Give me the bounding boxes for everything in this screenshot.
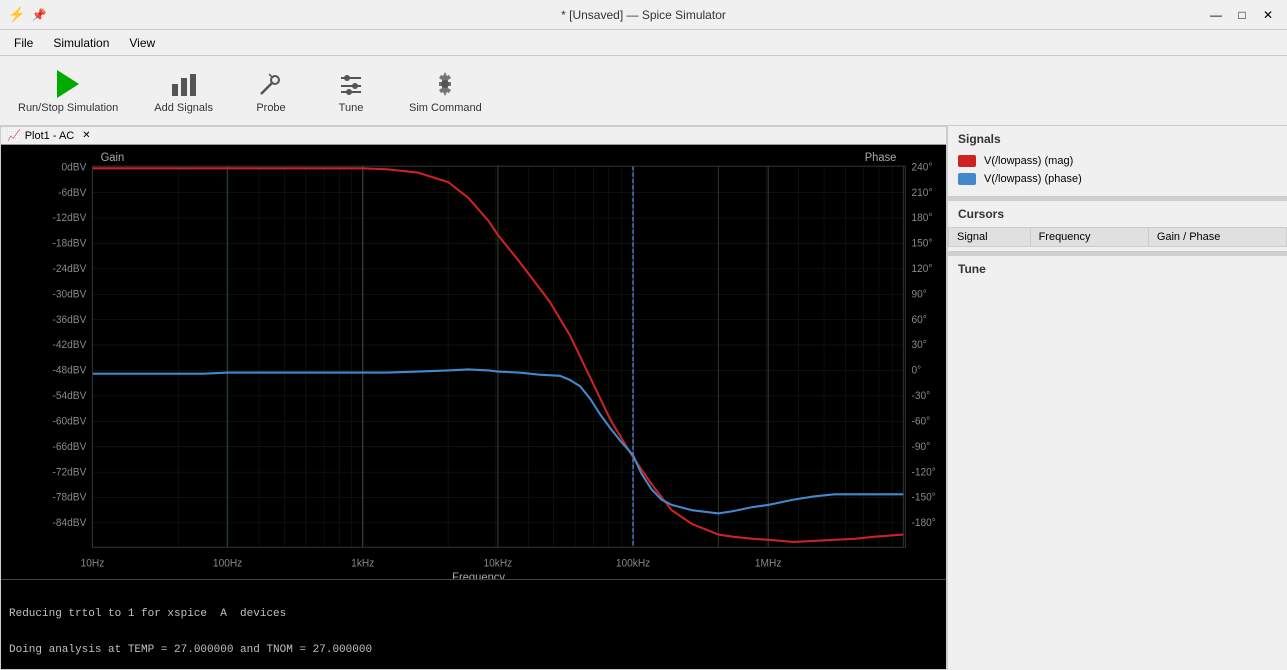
svg-text:-24dBV: -24dBV — [53, 264, 87, 275]
svg-text:210°: 210° — [911, 188, 932, 199]
svg-text:-60dBV: -60dBV — [53, 416, 87, 427]
close-button[interactable]: ✕ — [1257, 4, 1279, 26]
signal-item-1[interactable]: V(/lowpass) (mag) — [948, 152, 1287, 170]
svg-text:-150°: -150° — [911, 493, 935, 504]
menu-file[interactable]: File — [4, 34, 43, 52]
svg-text:90°: 90° — [911, 289, 926, 300]
svg-text:-30dBV: -30dBV — [53, 289, 87, 300]
console-line-1: Reducing trtol to 1 for xspice A devices — [9, 608, 938, 620]
signal-item-2[interactable]: V(/lowpass) (phase) — [948, 170, 1287, 188]
svg-text:-12dBV: -12dBV — [53, 213, 87, 224]
probe-button[interactable]: Probe — [241, 64, 301, 118]
svg-text:Frequency: Frequency — [452, 572, 505, 579]
menu-view[interactable]: View — [119, 34, 165, 52]
tune-button[interactable]: Tune — [321, 64, 381, 118]
main-layout: 📈 Plot1 - AC ✕ — [0, 126, 1287, 670]
titlebar-controls: — □ ✕ — [1205, 4, 1279, 26]
svg-text:-84dBV: -84dBV — [53, 518, 87, 529]
svg-text:-60°: -60° — [911, 416, 930, 427]
plot-tab-label: Plot1 - AC — [25, 130, 75, 142]
svg-text:150°: 150° — [911, 238, 932, 249]
svg-text:60°: 60° — [911, 315, 926, 326]
probe-icon — [255, 68, 287, 100]
plot-area: 📈 Plot1 - AC ✕ — [0, 126, 947, 670]
chart-svg: 0dBV -6dBV -12dBV -18dBV -24dBV -30dBV -… — [1, 145, 946, 579]
titlebar-left: ⚡ 📌 — [8, 6, 46, 23]
tune-section: Tune — [948, 256, 1287, 670]
svg-text:1MHz: 1MHz — [755, 558, 782, 569]
toolbar: Run/Stop Simulation Add Signals Probe — [0, 56, 1287, 126]
console-output: Reducing trtol to 1 for xspice A devices… — [1, 579, 946, 669]
cursor-col-signal: Signal — [949, 228, 1031, 247]
svg-text:100kHz: 100kHz — [616, 558, 650, 569]
bar-chart-icon — [168, 68, 200, 100]
signal-color-phase — [958, 173, 976, 185]
run-stop-label: Run/Stop Simulation — [18, 102, 118, 114]
tune-icon — [335, 68, 367, 100]
minimize-button[interactable]: — — [1205, 4, 1227, 26]
svg-text:1kHz: 1kHz — [351, 558, 374, 569]
console-line-2: Doing analysis at TEMP = 27.000000 and T… — [9, 644, 938, 656]
cursors-title: Cursors — [948, 201, 1287, 227]
svg-text:120°: 120° — [911, 264, 932, 275]
probe-label: Probe — [256, 102, 285, 114]
cursor-col-gain-phase: Gain / Phase — [1148, 228, 1286, 247]
svg-text:-90°: -90° — [911, 442, 930, 453]
svg-text:30°: 30° — [911, 340, 926, 351]
svg-text:-180°: -180° — [911, 518, 935, 529]
right-panel: Signals V(/lowpass) (mag) V(/lowpass) (p… — [947, 126, 1287, 670]
svg-text:10Hz: 10Hz — [81, 558, 105, 569]
add-signals-button[interactable]: Add Signals — [146, 64, 221, 118]
svg-text:-6dBV: -6dBV — [58, 188, 86, 199]
plot-canvas[interactable]: 0dBV -6dBV -12dBV -18dBV -24dBV -30dBV -… — [1, 145, 946, 579]
plot-icon: 📈 — [7, 129, 21, 142]
svg-text:-78dBV: -78dBV — [53, 493, 87, 504]
plot-tab: 📈 Plot1 - AC ✕ — [1, 127, 946, 145]
signals-section: Signals V(/lowpass) (mag) V(/lowpass) (p… — [948, 126, 1287, 197]
svg-text:180°: 180° — [911, 213, 932, 224]
svg-text:-30°: -30° — [911, 391, 930, 402]
tune-title: Tune — [958, 262, 1277, 276]
svg-text:100Hz: 100Hz — [213, 558, 242, 569]
maximize-button[interactable]: □ — [1231, 4, 1253, 26]
sim-command-label: Sim Command — [409, 102, 482, 114]
svg-text:-72dBV: -72dBV — [53, 467, 87, 478]
svg-text:240°: 240° — [911, 162, 932, 173]
tune-label: Tune — [339, 102, 364, 114]
svg-text:0dBV: 0dBV — [62, 162, 87, 173]
titlebar: ⚡ 📌 * [Unsaved] — Spice Simulator — □ ✕ — [0, 0, 1287, 30]
window-title: * [Unsaved] — Spice Simulator — [0, 8, 1287, 22]
sim-command-button[interactable]: Sim Command — [401, 64, 490, 118]
svg-text:-54dBV: -54dBV — [53, 391, 87, 402]
cursors-table: Signal Frequency Gain / Phase — [948, 227, 1287, 247]
signal-label-phase: V(/lowpass) (phase) — [984, 173, 1082, 185]
svg-text:0°: 0° — [911, 365, 921, 376]
cursors-section: Cursors Signal Frequency Gain / Phase — [948, 201, 1287, 252]
add-signals-label: Add Signals — [154, 102, 213, 114]
svg-text:-66dBV: -66dBV — [53, 442, 87, 453]
svg-text:10kHz: 10kHz — [484, 558, 513, 569]
svg-text:-48dBV: -48dBV — [53, 365, 87, 376]
signal-label-mag: V(/lowpass) (mag) — [984, 155, 1073, 167]
svg-text:-42dBV: -42dBV — [53, 340, 87, 351]
pin-icon: 📌 — [31, 8, 46, 22]
svg-text:Phase: Phase — [865, 152, 897, 164]
signal-color-mag — [958, 155, 976, 167]
run-stop-button[interactable]: Run/Stop Simulation — [10, 64, 126, 118]
svg-text:-36dBV: -36dBV — [53, 315, 87, 326]
cursor-col-frequency: Frequency — [1030, 228, 1148, 247]
svg-text:-18dBV: -18dBV — [53, 238, 87, 249]
app-icon: ⚡ — [8, 6, 25, 23]
play-icon — [52, 68, 84, 100]
svg-text:Gain: Gain — [101, 152, 125, 164]
menubar: File Simulation View — [0, 30, 1287, 56]
plot-close-icon[interactable]: ✕ — [82, 130, 90, 141]
signals-title: Signals — [948, 126, 1287, 152]
gear-icon — [429, 68, 461, 100]
menu-simulation[interactable]: Simulation — [43, 34, 119, 52]
svg-text:-120°: -120° — [911, 467, 935, 478]
